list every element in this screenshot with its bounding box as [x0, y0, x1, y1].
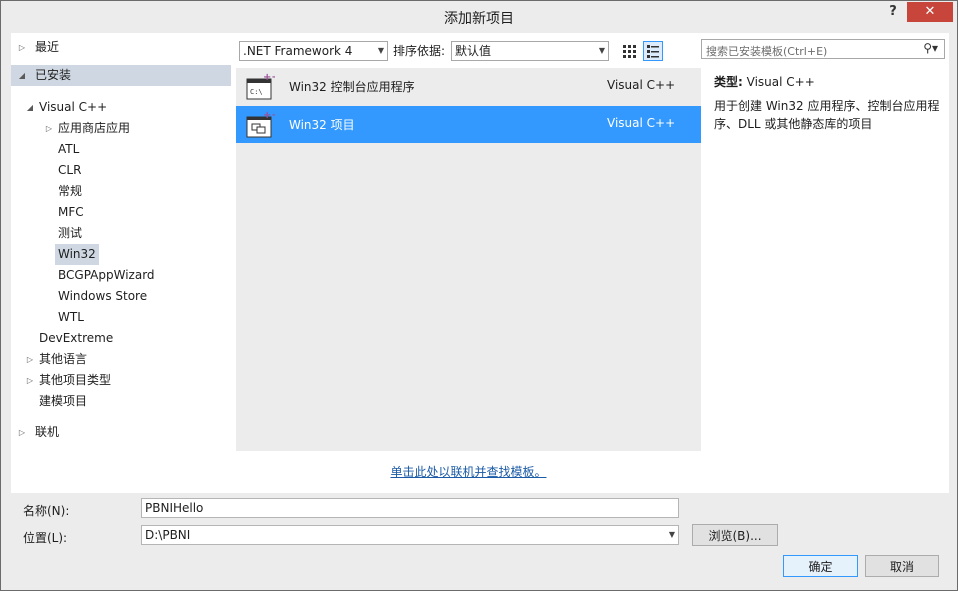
tree-item-label: 常规 — [58, 184, 83, 198]
tree-item-win32[interactable]: Win32 — [11, 244, 231, 265]
close-button[interactable]: ✕ — [907, 2, 953, 22]
location-label: 位置(L): — [23, 531, 68, 545]
template-language: Visual C++ — [607, 78, 676, 92]
content-area: ▷ 最近 ◢ 已安装 ◢ Visual C++ ▷ 应用商店应用 ATL CLR — [11, 33, 949, 493]
tree-item-other-languages[interactable]: ▷ 其他语言 — [11, 349, 231, 370]
tree-item-label: BCGPAppWizard — [58, 268, 155, 282]
tree-item-atl[interactable]: ATL — [11, 139, 231, 160]
template-toolbar: .NET Framework 4 ▼ 排序依据: 默认值 ▼ — [239, 41, 709, 63]
tree-item-label: WTL — [58, 310, 84, 324]
tree-item-mfc[interactable]: MFC — [11, 202, 231, 223]
collapse-arrow-icon[interactable]: ◢ — [17, 65, 27, 86]
framework-value: .NET Framework 4 — [243, 44, 353, 58]
tree-item-online[interactable]: ▷ 联机 — [11, 422, 231, 443]
tree-item-label: 联机 — [35, 425, 60, 439]
tree-item-other-project-types[interactable]: ▷ 其他项目类型 — [11, 370, 231, 391]
name-label: 名称(N): — [23, 504, 70, 518]
tree-item-label: DevExtreme — [39, 331, 114, 345]
type-row: 类型: Visual C++ — [714, 73, 946, 93]
type-label: 类型: — [714, 75, 743, 89]
expand-arrow-icon[interactable]: ▷ — [17, 37, 27, 58]
tree-item-label: Windows Store — [58, 289, 148, 303]
search-placeholder: 搜索已安装模板(Ctrl+E) — [706, 45, 828, 58]
expand-arrow-icon[interactable]: ▷ — [44, 118, 54, 139]
template-info-panel: 类型: Visual C++ 用于创建 Win32 应用程序、控制台应用程序、D… — [714, 73, 946, 133]
tree-item-windows-store[interactable]: Windows Store — [11, 286, 231, 307]
tree-item-label: Win32 — [55, 244, 99, 265]
expand-arrow-icon[interactable]: ▷ — [25, 370, 35, 391]
tree-item-wtl[interactable]: WTL — [11, 307, 231, 328]
template-item-win32-project[interactable]: ++ Win32 项目 Visual C++ — [236, 106, 701, 143]
win32-project-icon: ++ — [246, 110, 275, 138]
expand-arrow-icon[interactable]: ▷ — [17, 422, 27, 443]
details-view-button[interactable] — [643, 41, 663, 61]
tree-item-modeling-projects[interactable]: 建模项目 — [11, 391, 231, 412]
title-bar: 添加新项目 ? ✕ — [1, 1, 957, 33]
dialog-title: 添加新项目 — [444, 11, 514, 27]
framework-dropdown[interactable]: .NET Framework 4 ▼ — [239, 41, 388, 61]
template-tree: ▷ 最近 ◢ 已安装 ◢ Visual C++ ▷ 应用商店应用 ATL CLR — [11, 33, 231, 493]
template-name: Win32 项目 — [289, 118, 355, 132]
tree-item-recent[interactable]: ▷ 最近 — [11, 37, 231, 58]
chevron-down-icon: ▼ — [598, 46, 605, 55]
tree-item-devextreme[interactable]: DevExtreme — [11, 328, 231, 349]
online-templates-link[interactable]: 单击此处以联机并查找模板。 — [236, 463, 701, 480]
dialog-window: 添加新项目 ? ✕ ▷ 最近 ◢ 已安装 ◢ Visual C++ ▷ 应用商店… — [0, 0, 958, 591]
tree-item-clr[interactable]: CLR — [11, 160, 231, 181]
help-button[interactable]: ? — [881, 4, 905, 24]
tree-item-label: 其他语言 — [39, 352, 88, 366]
cancel-button[interactable]: 取消 — [865, 555, 939, 577]
browse-button[interactable]: 浏览(B)... — [692, 524, 778, 546]
sort-dropdown[interactable]: 默认值 ▼ — [451, 41, 609, 61]
tree-item-test[interactable]: 测试 — [11, 223, 231, 244]
list-view-icon — [647, 45, 659, 58]
svg-text:C:\: C:\ — [250, 88, 263, 96]
tree-item-bcgpappwizard[interactable]: BCGPAppWizard — [11, 265, 231, 286]
location-combo[interactable]: D:\PBNI ▼ — [141, 525, 679, 545]
tree-item-label: 建模项目 — [39, 394, 88, 408]
chevron-down-icon[interactable]: ▼ — [669, 526, 675, 544]
template-description: 用于创建 Win32 应用程序、控制台应用程序、DLL 或其他静态库的项目 — [714, 99, 940, 131]
template-search-box[interactable]: 搜索已安装模板(Ctrl+E) ⚲▾ — [701, 39, 945, 59]
template-name: Win32 控制台应用程序 — [289, 80, 415, 94]
svg-text:++: ++ — [263, 72, 275, 83]
tree-item-label: 已安装 — [35, 68, 72, 82]
chevron-down-icon: ▼ — [377, 46, 384, 55]
tree-item-label: 最近 — [35, 40, 60, 54]
tree-item-store-apps[interactable]: ▷ 应用商店应用 — [11, 118, 231, 139]
tree-item-label: ATL — [58, 142, 80, 156]
sort-value: 默认值 — [455, 44, 492, 58]
ok-button[interactable]: 确定 — [783, 555, 858, 577]
tree-item-label: 其他项目类型 — [39, 373, 112, 387]
expand-arrow-icon[interactable]: ▷ — [25, 349, 35, 370]
console-app-icon: C:\ ++ — [246, 72, 275, 100]
sort-label: 排序依据: — [393, 44, 446, 58]
tree-item-label: MFC — [58, 205, 84, 219]
tree-item-visual-cpp[interactable]: ◢ Visual C++ — [11, 97, 231, 118]
type-value: Visual C++ — [746, 75, 815, 89]
tree-item-label: 应用商店应用 — [58, 121, 131, 135]
small-icons-view-button[interactable] — [619, 41, 639, 61]
location-value: D:\PBNI — [145, 528, 191, 542]
tree-item-label: CLR — [58, 163, 82, 177]
grid-view-icon — [623, 45, 636, 58]
tree-item-installed[interactable]: ◢ 已安装 — [11, 65, 231, 86]
template-item-console-app[interactable]: C:\ ++ Win32 控制台应用程序 Visual C++ — [236, 68, 701, 105]
search-icon[interactable]: ⚲▾ — [923, 41, 938, 55]
template-list: C:\ ++ Win32 控制台应用程序 Visual C++ ++ Win32… — [236, 68, 701, 451]
collapse-arrow-icon[interactable]: ◢ — [25, 97, 35, 118]
svg-text:++: ++ — [263, 110, 275, 121]
tree-item-general[interactable]: 常规 — [11, 181, 231, 202]
tree-item-label: Visual C++ — [39, 100, 108, 114]
template-language: Visual C++ — [607, 116, 676, 130]
name-input[interactable]: PBNIHello — [141, 498, 679, 518]
tree-item-label: 测试 — [58, 226, 83, 240]
